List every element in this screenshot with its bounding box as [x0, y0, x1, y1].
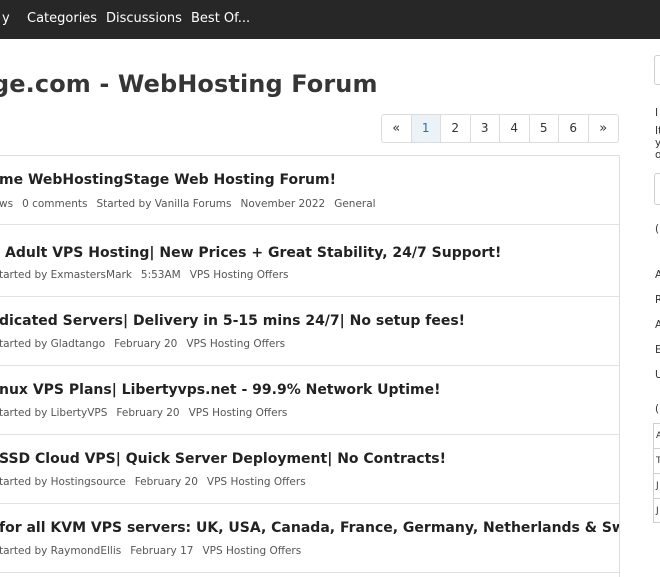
discussion-title[interactable]: dicated Servers| Delivery in 5-15 mins 2…: [0, 313, 465, 329]
meta-category[interactable]: VPS Hosting Offers: [189, 407, 288, 419]
meta-date: February 20: [134, 476, 198, 488]
discussion-item[interactable]: dicated Servers| Delivery in 5-15 mins 2…: [0, 297, 619, 366]
meta-category[interactable]: General: [334, 198, 375, 210]
page-title: ge.com - WebHosting Forum: [0, 70, 378, 98]
meta-author[interactable]: Started by Vanilla Forums: [96, 198, 231, 210]
meta-date: November 2022: [240, 198, 326, 210]
discussion-item[interactable]: Adult VPS Hosting| New Prices + Great St…: [0, 228, 619, 297]
discussion-item[interactable]: me WebHostingStage Web Hosting Forum! ws…: [0, 156, 619, 225]
pager-page-2[interactable]: 2: [441, 115, 471, 142]
pager-page-5[interactable]: 5: [530, 115, 559, 142]
meta-views: ws: [0, 198, 14, 210]
discussion-meta: tarted by Hostingsource February 20 VPS Ho…: [0, 476, 315, 488]
meta-author[interactable]: tarted by Hostingsource: [0, 476, 126, 488]
top-navigation-bar: y Categories Discussions Best Of...: [0, 0, 660, 39]
discussion-title[interactable]: SSD Cloud VPS| Quick Server Deployment| …: [0, 451, 446, 467]
discussion-meta: ws 0 comments Started by Vanilla Forums Nov…: [0, 198, 385, 210]
meta-category[interactable]: VPS Hosting Offers: [186, 338, 285, 350]
sidebar-text-fragment: y: [655, 137, 660, 149]
sidebar-table: A T J J: [653, 423, 660, 523]
meta-category[interactable]: VPS Hosting Offers: [207, 476, 306, 488]
discussion-title[interactable]: nux VPS Plans| Libertyvps.net - 99.9% Ne…: [0, 382, 441, 398]
pager-page-6[interactable]: 6: [559, 115, 589, 142]
nav-item-partial[interactable]: y: [2, 11, 10, 26]
pager-next-button[interactable]: »: [589, 115, 619, 142]
meta-comments: 0 comments: [22, 198, 88, 210]
nav-item-categories[interactable]: Categories: [27, 11, 97, 26]
meta-author[interactable]: tarted by LibertyVPS: [0, 407, 107, 419]
meta-author[interactable]: tarted by ExmastersMark: [0, 269, 132, 281]
sidebar-text-fragment: o: [655, 149, 660, 161]
nav-item-discussions[interactable]: Discussions: [106, 11, 182, 26]
discussion-title[interactable]: for all KVM VPS servers: UK, USA, Canada…: [0, 520, 619, 536]
pager: « 1 2 3 4 5 6 »: [381, 114, 619, 143]
sidebar-link-fragment[interactable]: E: [655, 344, 660, 356]
sidebar-table-row[interactable]: J: [654, 499, 660, 524]
sidebar-table-row[interactable]: J: [654, 474, 660, 499]
meta-category[interactable]: VPS Hosting Offers: [202, 545, 301, 557]
meta-author[interactable]: tarted by RaymondEllis: [0, 545, 121, 557]
discussion-meta: tarted by LibertyVPS February 20 VPS Hosti…: [0, 407, 296, 419]
discussion-item[interactable]: SSD Cloud VPS| Quick Server Deployment| …: [0, 435, 619, 504]
pager-page-4[interactable]: 4: [500, 115, 530, 142]
discussion-meta: tarted by Gladtango February 20 VPS Hostin…: [0, 338, 294, 350]
sidebar-button[interactable]: [654, 173, 660, 205]
sidebar-link-fragment[interactable]: A: [655, 269, 660, 281]
meta-date: 5:53AM: [140, 269, 181, 281]
pager-page-3[interactable]: 3: [471, 115, 500, 142]
meta-date: February 17: [130, 545, 194, 557]
meta-date: February 20: [116, 407, 180, 419]
nav-item-best-of[interactable]: Best Of...: [191, 11, 250, 26]
sidebar-heading-fragment: (: [655, 403, 660, 415]
pager-page-1[interactable]: 1: [411, 115, 441, 142]
meta-author[interactable]: tarted by Gladtango: [0, 338, 105, 350]
sidebar-link-fragment[interactable]: A: [655, 319, 660, 331]
discussion-item[interactable]: nux VPS Plans| Libertyvps.net - 99.9% Ne…: [0, 366, 619, 435]
sidebar-table-row[interactable]: A: [654, 424, 660, 449]
discussion-meta: tarted by RaymondEllis February 17 VPS Hos…: [0, 545, 310, 557]
sidebar-table-row[interactable]: T: [654, 449, 660, 474]
sidebar-link-fragment[interactable]: R: [655, 294, 660, 306]
sidebar-text-fragment: I: [655, 107, 659, 119]
sidebar-search-box[interactable]: [654, 55, 660, 85]
discussion-title[interactable]: Adult VPS Hosting| New Prices + Great St…: [5, 245, 501, 261]
sidebar-link-fragment[interactable]: U: [655, 369, 660, 381]
pager-prev-button[interactable]: «: [382, 115, 412, 142]
meta-date: February 20: [114, 338, 178, 350]
discussion-meta: tarted by ExmastersMark 5:53AM VPS Hosting…: [0, 269, 297, 281]
discussion-list: me WebHostingStage Web Hosting Forum! ws…: [0, 155, 620, 577]
discussion-item[interactable]: for all KVM VPS servers: UK, USA, Canada…: [0, 504, 619, 573]
discussion-title[interactable]: me WebHostingStage Web Hosting Forum!: [0, 172, 336, 188]
sidebar-heading-fragment: (: [655, 223, 660, 235]
sidebar-text-fragment: It: [655, 125, 660, 137]
meta-category[interactable]: VPS Hosting Offers: [190, 269, 289, 281]
